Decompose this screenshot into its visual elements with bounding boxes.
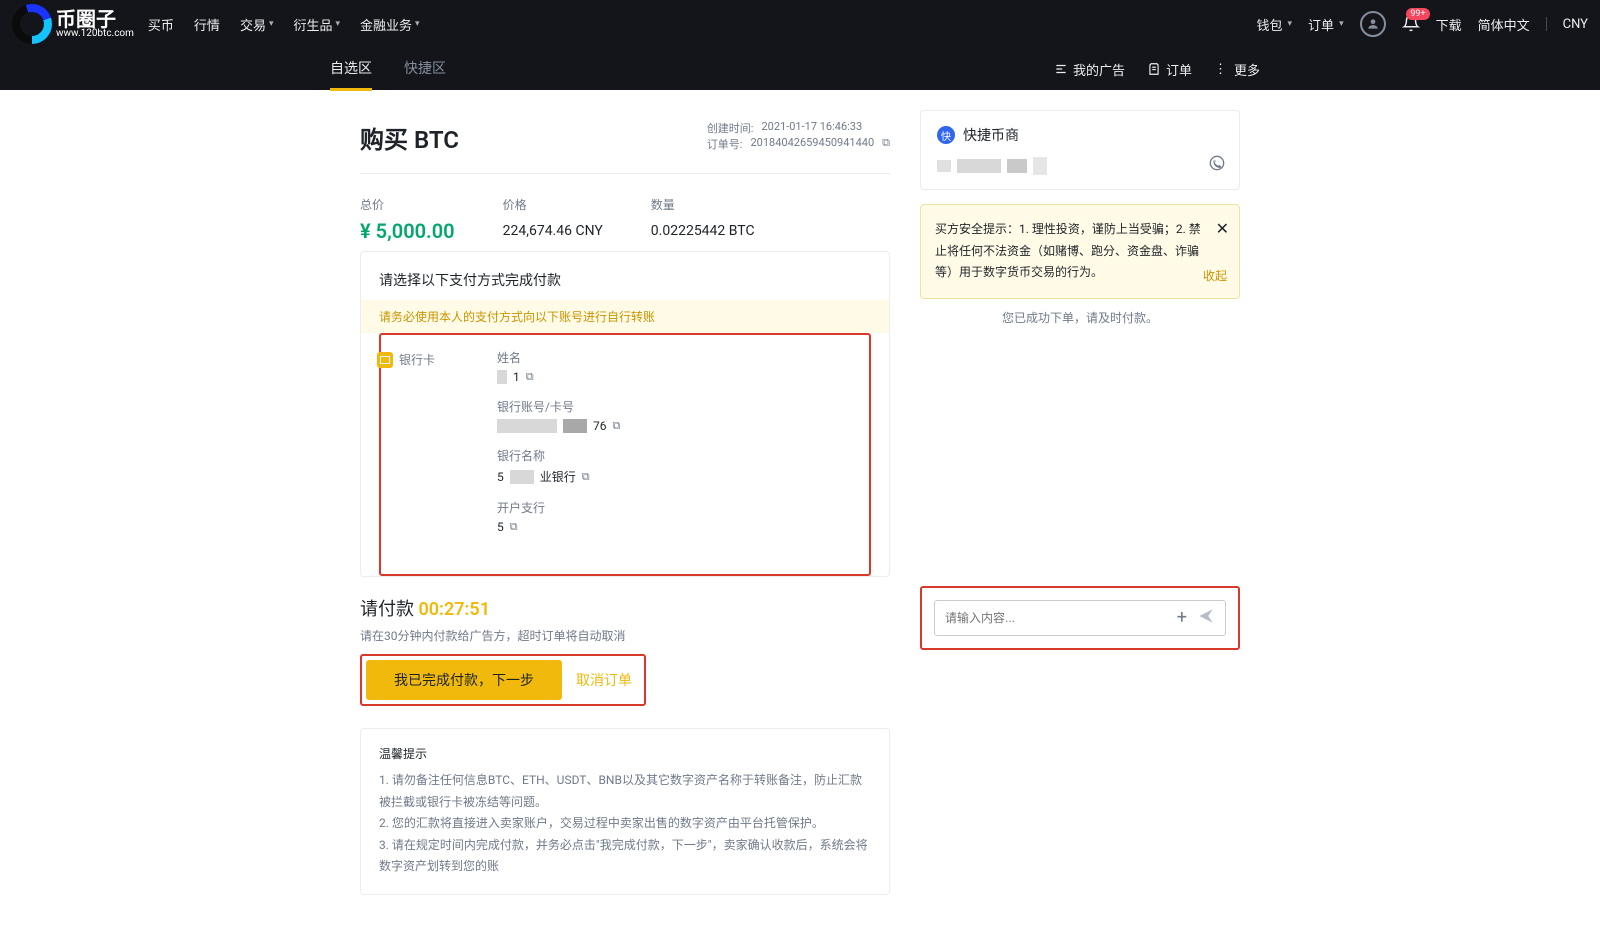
payment-method-bankcard[interactable]: 银行卡 <box>377 351 480 368</box>
site-logo[interactable]: 币圈子 www.120btc.com <box>12 4 134 44</box>
field-branch-label: 开户支行 <box>497 499 871 516</box>
payment-banner: 请务必使用本人的支付方式向以下账号进行自行转账 <box>361 300 889 333</box>
tip-3: 3. 请在规定时间内完成付款，并务必点击"我完成付款，下一步"，卖家确认收款后，… <box>379 835 871 878</box>
chevron-down-icon: ▾ <box>269 19 274 29</box>
divider <box>1546 17 1547 31</box>
alert-collapse-link[interactable]: 收起 <box>1203 266 1227 288</box>
qty-label: 数量 <box>651 196 755 213</box>
copy-icon[interactable]: ⧉ <box>582 470 590 484</box>
nav-currency[interactable]: CNY <box>1563 17 1588 32</box>
merchant-title: 快捷币商 <box>963 125 1019 145</box>
subtab-quick[interactable]: 快捷区 <box>404 48 446 91</box>
subnav-my-ads[interactable]: 我的广告 <box>1054 60 1125 79</box>
price-label: 价格 <box>503 196 603 213</box>
countdown-time: 00:27:51 <box>418 599 490 620</box>
subnav-more[interactable]: ⋮更多 <box>1214 60 1260 79</box>
field-name-label: 姓名 <box>497 349 871 366</box>
notification-icon[interactable]: 99+ <box>1402 14 1420 35</box>
order-id-value: 20184042659450941440 <box>750 136 874 152</box>
logo-icon <box>12 4 52 44</box>
copy-icon[interactable]: ⧉ <box>882 136 890 152</box>
chat-input-highlight: + <box>920 586 1240 650</box>
action-row-highlight: 我已完成付款，下一步 取消订单 <box>360 654 646 706</box>
chat-input[interactable] <box>945 611 1169 625</box>
top-nav: 币圈子 www.120btc.com 买币 行情 交易▾ 衍生品▾ 金融业务▾ … <box>0 0 1600 48</box>
order-id-label: 订单号: <box>707 136 743 152</box>
document-icon <box>1147 62 1161 76</box>
nav-language[interactable]: 简体中文 <box>1478 15 1530 34</box>
field-bankname-label: 银行名称 <box>497 447 871 464</box>
created-value: 2021-01-17 16:46:33 <box>761 120 862 136</box>
nav-finance[interactable]: 金融业务▾ <box>360 15 420 34</box>
total-value: ¥ 5,000.00 <box>360 219 455 243</box>
field-account-label: 银行账号/卡号 <box>497 398 871 415</box>
chevron-down-icon: ▾ <box>415 19 420 29</box>
tips-title: 温馨提示 <box>379 745 871 762</box>
copy-icon[interactable]: ⧉ <box>613 419 621 433</box>
order-header: 购买 BTC 创建时间: 2021-01-17 16:46:33 订单号: 2018… <box>360 110 890 174</box>
payment-title: 请选择以下支付方式完成付款 <box>379 270 871 290</box>
payment-card: 请选择以下支付方式完成付款 请务必使用本人的支付方式向以下账号进行自行转账 银行… <box>360 251 890 577</box>
price-value: 224,674.46 CNY <box>503 223 603 239</box>
tips-box: 温馨提示 1. 请勿备注任何信息BTC、ETH、USDT、BNB以及其它数字资产… <box>360 728 890 895</box>
attachment-icon[interactable]: + <box>1177 607 1187 629</box>
alert-text: 买方安全提示：1. 理性投资，谨防上当受骗；2. 禁止将任何不法资金（如赌博、跑… <box>935 222 1201 279</box>
copy-icon[interactable]: ⧉ <box>510 520 518 534</box>
nav-orders[interactable]: 订单▾ <box>1308 15 1344 34</box>
logo-text-url: www.120btc.com <box>56 29 134 39</box>
notification-badge: 99+ <box>1406 8 1429 20</box>
nav-wallet[interactable]: 钱包▾ <box>1257 15 1293 34</box>
safety-alert: 买方安全提示：1. 理性投资，谨防上当受骗；2. 禁止将任何不法资金（如赌博、跑… <box>920 204 1240 299</box>
created-label: 创建时间: <box>707 120 754 136</box>
merchant-box: 快 快捷币商 <box>920 110 1240 190</box>
chevron-down-icon: ▾ <box>336 19 341 29</box>
settings-icon <box>1054 62 1068 76</box>
copy-icon[interactable]: ⧉ <box>526 370 534 384</box>
order-success-message: 您已成功下单，请及时付款。 <box>920 309 1240 326</box>
send-icon[interactable] <box>1197 607 1215 629</box>
user-avatar-icon[interactable] <box>1360 11 1386 37</box>
phone-icon[interactable] <box>1209 155 1225 175</box>
subnav-orders[interactable]: 订单 <box>1147 60 1192 79</box>
bankcard-icon <box>377 352 393 368</box>
qty-value: 0.02225442 BTC <box>651 223 755 239</box>
tip-1: 1. 请勿备注任何信息BTC、ETH、USDT、BNB以及其它数字资产名称于转账… <box>379 770 871 813</box>
sub-nav: 自选区 快捷区 我的广告 订单 ⋮更多 <box>0 48 1600 90</box>
countdown-label: 请付款 <box>360 599 414 620</box>
total-label: 总价 <box>360 196 455 213</box>
nav-download[interactable]: 下载 <box>1436 15 1462 34</box>
alert-close-icon[interactable]: ✕ <box>1216 215 1229 244</box>
merchant-name-row <box>937 157 1223 175</box>
merchant-badge-icon: 快 <box>937 126 955 144</box>
cancel-order-link[interactable]: 取消订单 <box>576 670 632 690</box>
confirm-paid-button[interactable]: 我已完成付款，下一步 <box>366 660 562 700</box>
nav-derivatives[interactable]: 衍生品▾ <box>293 15 340 34</box>
logo-text-cn: 币圈子 <box>56 9 134 29</box>
page-title: 购买 BTC <box>360 120 459 155</box>
subtab-self[interactable]: 自选区 <box>330 48 372 91</box>
countdown-note: 请在30分钟内付款给广告方，超时订单将自动取消 <box>360 627 890 644</box>
nav-market[interactable]: 行情 <box>194 15 220 34</box>
nav-trade[interactable]: 交易▾ <box>240 15 274 34</box>
nav-buy[interactable]: 买币 <box>148 15 174 34</box>
more-icon: ⋮ <box>1214 62 1229 77</box>
tip-2: 2. 您的汇款将直接进入卖家账户，交易过程中卖家出售的数字资产由平台托管保护。 <box>379 813 871 835</box>
